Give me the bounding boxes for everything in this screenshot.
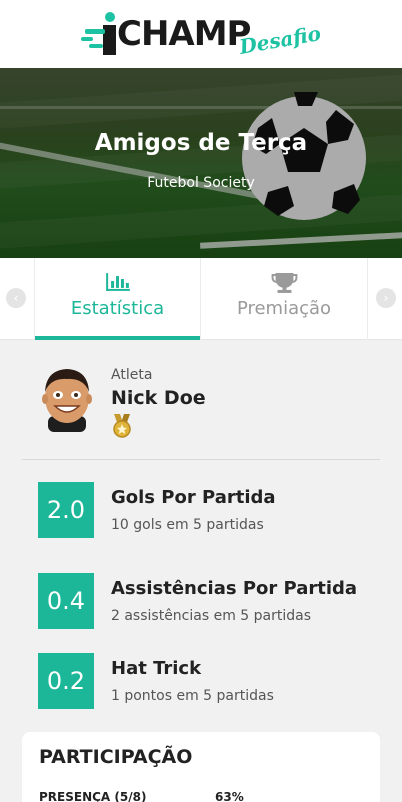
participation-card: PARTICIPAÇÃO PRESENÇA (5/8) 63% — [22, 732, 380, 802]
athlete-card: Atleta Nick Doe — [38, 360, 378, 440]
stat-value-badge: 0.2 — [38, 653, 94, 709]
presence-value: 63% — [215, 790, 244, 802]
athlete-name: Nick Doe — [111, 387, 206, 409]
trophy-icon — [271, 273, 298, 293]
athlete-role: Atleta — [111, 367, 153, 383]
tab-premiacao[interactable]: Premiação — [201, 258, 368, 340]
tab-bar: Estatística Premiação — [0, 258, 402, 340]
stat-value-badge: 0.4 — [38, 573, 94, 629]
bar-chart-icon — [106, 273, 130, 291]
tab-estatistica-label: Estatística — [70, 298, 165, 319]
logo-text: CHAMP — [117, 14, 251, 54]
app-header: CHAMP Desafio — [0, 0, 402, 68]
group-title: Amigos de Terça — [94, 130, 308, 156]
gold-medal-icon — [113, 414, 131, 438]
tab-premiacao-label: Premiação — [236, 298, 332, 319]
stat-value-badge: 2.0 — [38, 482, 94, 538]
tabs-scroll-right-button[interactable]: › — [376, 288, 396, 308]
ichamp-logo-mark-icon — [81, 12, 116, 55]
stat-assistencias-por-partida: 0.4 Assistências Por Partida 2 assistênc… — [38, 573, 378, 633]
participation-title: PARTICIPAÇÃO — [39, 746, 193, 768]
group-subtitle: Futebol Society — [147, 175, 255, 191]
section-divider — [22, 459, 380, 460]
active-tab-indicator — [35, 336, 200, 340]
avatar — [42, 369, 92, 432]
stat-title: Gols Por Partida — [111, 487, 276, 508]
presence-label: PRESENÇA (5/8) — [39, 790, 147, 802]
stat-hat-trick: 0.2 Hat Trick 1 pontos em 5 partidas — [38, 653, 378, 713]
stat-description: 1 pontos em 5 partidas — [111, 688, 274, 704]
tab-estatistica[interactable]: Estatística — [34, 258, 201, 340]
stat-description: 10 gols em 5 partidas — [111, 517, 264, 533]
stat-gols-por-partida: 2.0 Gols Por Partida 10 gols em 5 partid… — [38, 482, 378, 542]
stat-description: 2 assistências em 5 partidas — [111, 608, 312, 624]
stat-title: Hat Trick — [111, 658, 202, 679]
stat-title: Assistências Por Partida — [111, 578, 358, 599]
tabs-scroll-left-button[interactable]: ‹ — [6, 288, 26, 308]
group-banner: Amigos de Terça Futebol Society — [0, 68, 402, 258]
ichamp-logo[interactable]: CHAMP Desafio — [81, 4, 323, 64]
